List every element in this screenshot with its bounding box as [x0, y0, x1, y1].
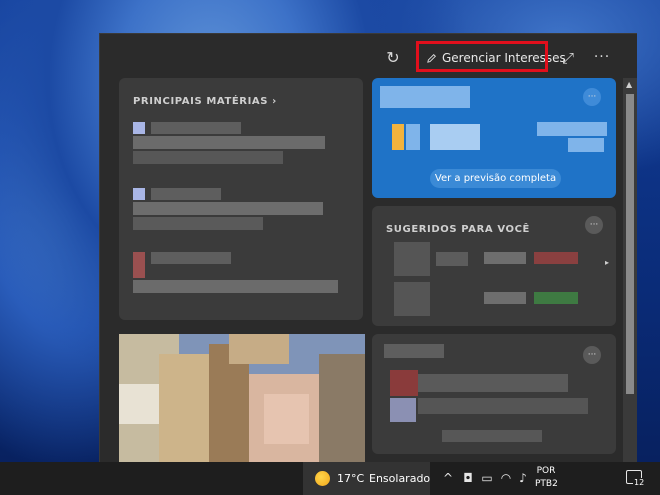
weather-more-button[interactable]: ···	[583, 88, 601, 106]
next-arrow-button[interactable]: ▸	[605, 258, 609, 267]
wifi-icon[interactable]: ◠	[498, 470, 514, 486]
more-options-button[interactable]: ···	[591, 46, 613, 68]
volume-icon[interactable]: ♪	[515, 470, 531, 486]
manage-interests-button[interactable]: Gerenciar Interesses	[418, 46, 574, 71]
story-item[interactable]	[131, 188, 331, 240]
widgets-scrollbar[interactable]: ▲	[623, 78, 637, 463]
notification-count: 12	[633, 478, 646, 487]
weather-icon	[392, 124, 404, 150]
chevron-up-icon[interactable]: ^	[440, 470, 456, 486]
full-forecast-button[interactable]: Ver a previsão completa	[430, 169, 561, 188]
taskbar: 17°C Ensolarado ^ ◘ ▭ ◠ ♪ POR PTB2 12	[0, 462, 660, 495]
suggested-title: SUGERIDOS PARA VOCÊ	[386, 224, 530, 235]
top-stories-title[interactable]: PRINCIPAIS MATÉRIAS ›	[133, 96, 277, 107]
suggested-card: SUGERIDOS PARA VOCÊ ··· ▸	[372, 206, 616, 326]
news-card[interactable]: ···	[372, 334, 616, 454]
battery-icon[interactable]: ▭	[479, 470, 495, 486]
pencil-icon	[427, 54, 436, 63]
scroll-thumb[interactable]	[626, 94, 634, 394]
expand-button[interactable]: ⤢	[558, 48, 578, 68]
taskbar-weather-button[interactable]: 17°C Ensolarado	[303, 462, 430, 495]
widgets-panel: ↻ Gerenciar Interesses ⤢ ··· PRINCIPAIS …	[99, 33, 637, 464]
top-stories-card: PRINCIPAIS MATÉRIAS ›	[119, 78, 363, 320]
weather-card[interactable]: ··· Ver a previsão completa	[372, 78, 616, 198]
more-options-label: ···	[593, 49, 611, 65]
news-more-button[interactable]: ···	[583, 346, 601, 364]
language-line-2: PTB2	[535, 479, 558, 489]
refresh-button[interactable]: ↻	[383, 48, 403, 68]
sun-icon	[315, 471, 330, 486]
refresh-icon: ↻	[386, 48, 400, 67]
story-item[interactable]	[131, 122, 331, 166]
suggested-row[interactable]	[384, 282, 604, 316]
suggested-row[interactable]	[384, 242, 604, 276]
taskbar-temperature: 17°C	[337, 472, 365, 485]
story-item[interactable]	[131, 252, 338, 304]
taskbar-weather-condition: Ensolarado	[369, 472, 431, 485]
camera-icon[interactable]: ◘	[460, 470, 476, 486]
manage-interests-label: Gerenciar Interesses	[442, 51, 566, 65]
news-source-text	[384, 344, 444, 358]
widgets-header: ↻ Gerenciar Interesses ⤢ ···	[100, 34, 637, 84]
language-line-1: POR	[536, 466, 556, 476]
suggested-more-button[interactable]: ···	[585, 216, 603, 234]
scroll-up-arrow-icon[interactable]: ▲	[626, 80, 632, 89]
expand-icon: ⤢	[561, 49, 574, 67]
news-photo-tile[interactable]	[119, 334, 365, 463]
language-indicator[interactable]: POR PTB2	[535, 465, 558, 491]
weather-location-text	[380, 86, 470, 108]
